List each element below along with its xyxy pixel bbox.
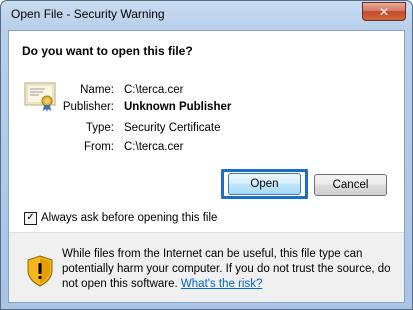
- warning-panel: While files from the Internet can be use…: [9, 233, 404, 302]
- open-button-focus-ring: Open: [221, 169, 308, 199]
- from-label: From:: [83, 141, 114, 153]
- publisher-value: Unknown Publisher: [124, 101, 232, 113]
- type-value: Security Certificate: [124, 122, 221, 134]
- name-value: C:\terca.cer: [124, 84, 184, 96]
- close-icon: ✕: [378, 4, 390, 19]
- type-row: Type: Security Certificate: [9, 122, 389, 137]
- name-label: Name:: [80, 84, 114, 96]
- dialog-question: Do you want to open this file?: [22, 44, 193, 58]
- publisher-label: Publisher:: [62, 101, 114, 113]
- open-button[interactable]: Open: [228, 173, 301, 195]
- from-value: C:\terca.cer: [124, 141, 184, 153]
- whats-the-risk-link[interactable]: What's the risk?: [181, 278, 262, 290]
- shield-warning-icon: [27, 255, 53, 287]
- dialog-body: Do you want to open this file? Name: C:\…: [8, 30, 405, 303]
- cancel-button[interactable]: Cancel: [314, 174, 387, 196]
- warning-message: While files from the Internet can be use…: [62, 247, 392, 292]
- name-row: Name: C:\terca.cer: [9, 84, 389, 99]
- type-label: Type:: [85, 122, 114, 134]
- always-ask-option[interactable]: ✓ Always ask before opening this file: [24, 211, 217, 225]
- window-title: Open File - Security Warning: [11, 7, 165, 21]
- always-ask-label[interactable]: Always ask before opening this file: [41, 212, 217, 224]
- close-button[interactable]: ✕: [362, 2, 406, 21]
- checkmark-icon: ✓: [26, 212, 35, 223]
- title-bar[interactable]: Open File - Security Warning ✕: [1, 1, 412, 31]
- security-warning-window: Open File - Security Warning ✕ Do you wa…: [0, 0, 413, 310]
- always-ask-checkbox[interactable]: ✓: [24, 211, 37, 225]
- publisher-row: Publisher: Unknown Publisher: [9, 101, 389, 116]
- from-row: From: C:\terca.cer: [9, 141, 389, 156]
